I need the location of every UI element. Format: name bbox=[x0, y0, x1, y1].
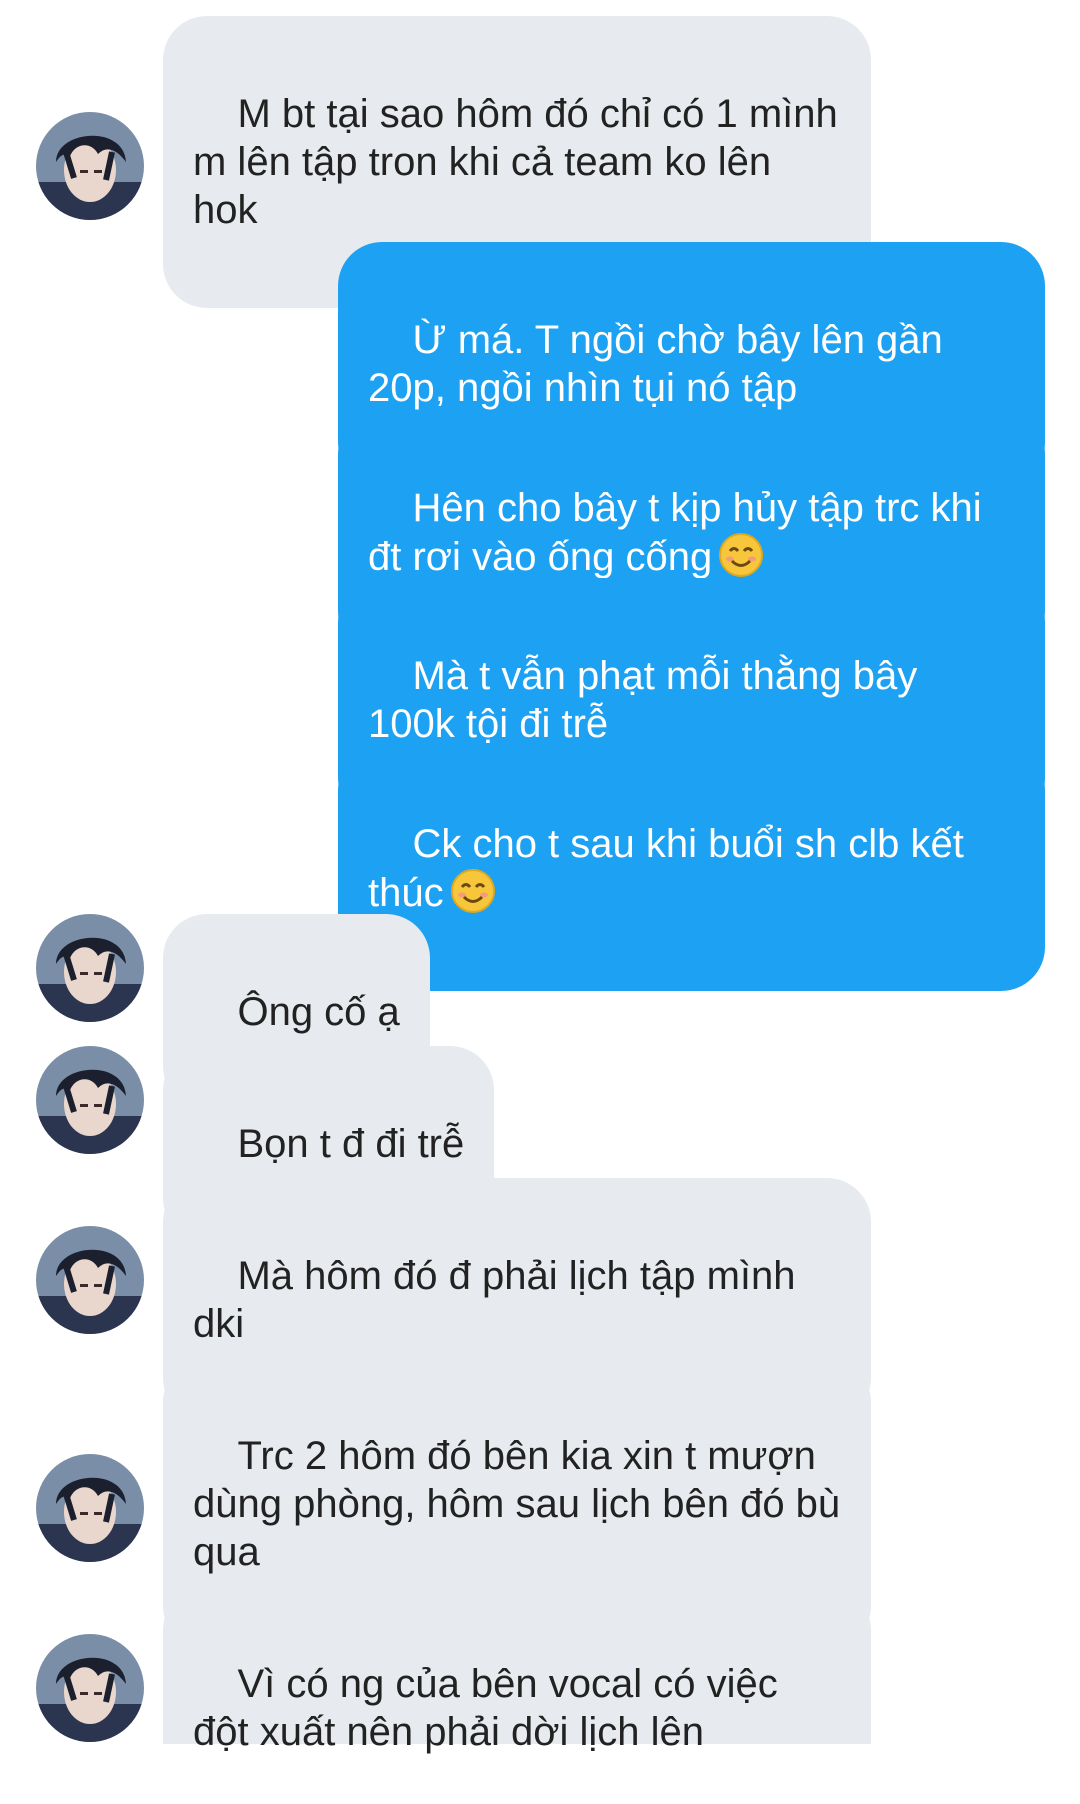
avatar[interactable] bbox=[36, 1046, 144, 1154]
avatar[interactable] bbox=[36, 1226, 144, 1334]
smiling-face-icon bbox=[450, 868, 496, 914]
message-thread: M bt tại sao hôm đó chỉ có 1 mình m lên … bbox=[0, 0, 1080, 1754]
message-text: Mà hôm đó đ phải lịch tập mình dki bbox=[193, 1254, 807, 1346]
incoming-message[interactable]: Vì có ng của bên vocal có việc đột xuất … bbox=[163, 1586, 871, 1754]
message-text: Ông cố ạ bbox=[237, 990, 400, 1034]
message-text: Hên cho bây t kịp hủy tập trc khi đt rơi… bbox=[368, 486, 993, 579]
avatar-photo bbox=[36, 112, 144, 220]
outgoing-message[interactable]: Ck cho t sau khi buổi sh clb kết thúc bbox=[338, 746, 1045, 991]
message-text: Ừ má. T ngồi chờ bây lên gần 20p, ngồi n… bbox=[368, 318, 954, 410]
smiling-face-icon bbox=[718, 532, 764, 578]
avatar[interactable] bbox=[36, 1454, 144, 1562]
message-text: Vì có ng của bên vocal có việc đột xuất … bbox=[193, 1662, 789, 1754]
message-text: Mà t vẫn phạt mỗi thằng bây 100k tội đi … bbox=[368, 654, 929, 746]
avatar[interactable] bbox=[36, 1634, 144, 1742]
avatar-photo bbox=[36, 914, 144, 1022]
avatar-photo bbox=[36, 1046, 144, 1154]
message-text: Bọn t đ đi trễ bbox=[237, 1122, 465, 1166]
avatar-photo bbox=[36, 1454, 144, 1562]
avatar-photo bbox=[36, 1226, 144, 1334]
avatar[interactable] bbox=[36, 914, 144, 1022]
avatar[interactable] bbox=[36, 112, 144, 220]
message-text: M bt tại sao hôm đó chỉ có 1 mình m lên … bbox=[193, 92, 849, 232]
avatar-photo bbox=[36, 1634, 144, 1742]
message-text: Trc 2 hôm đó bên kia xin t mượn dùng phò… bbox=[193, 1434, 852, 1574]
